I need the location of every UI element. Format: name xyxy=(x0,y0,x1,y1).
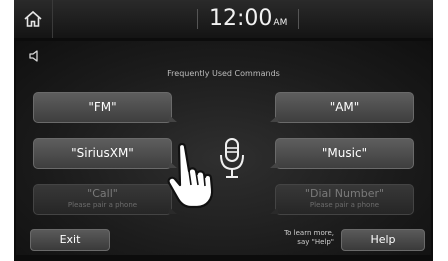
music-command-button[interactable]: "Music" xyxy=(270,138,414,169)
fm-command-button[interactable]: "FM" xyxy=(33,92,177,123)
speaker-icon xyxy=(29,50,38,62)
dial-number-command-note: Please pair a phone xyxy=(309,201,380,209)
clock: 12:00AM xyxy=(197,5,300,33)
siriusxm-command-label: "SiriusXM" xyxy=(71,146,134,160)
music-command-label: "Music" xyxy=(321,146,368,160)
exit-button[interactable]: Exit xyxy=(30,229,110,251)
clock-ampm: AM xyxy=(273,18,288,28)
help-hint: To learn more, say "Help" xyxy=(264,229,334,247)
siriusxm-command-button[interactable]: "SiriusXM" xyxy=(33,138,177,169)
call-command-note: Please pair a phone xyxy=(67,201,138,209)
help-hint-line2: say "Help" xyxy=(297,238,334,246)
pointing-hand-icon xyxy=(167,142,214,209)
frequently-used-commands-title: Frequently Used Commands xyxy=(167,69,280,78)
am-command-button[interactable]: "AM" xyxy=(270,92,414,123)
help-button[interactable]: Help xyxy=(341,229,425,251)
help-hint-line1: To learn more, xyxy=(284,229,334,237)
speaker-button[interactable] xyxy=(28,48,42,67)
microphone-icon xyxy=(220,138,244,178)
call-command-label: "Call" xyxy=(87,187,118,200)
dial-number-command-button[interactable]: "Dial Number" Please pair a phone xyxy=(270,184,414,215)
home-button[interactable] xyxy=(14,0,53,38)
am-command-label: "AM" xyxy=(329,100,360,114)
infotainment-screen: 12:00AM Frequently Used Commands "FM" "A… xyxy=(14,0,433,261)
fm-command-label: "FM" xyxy=(88,100,117,114)
clock-time: 12:00 xyxy=(209,6,273,31)
voice-command-panel: Frequently Used Commands "FM" "AM" "Siri… xyxy=(16,41,431,255)
home-icon xyxy=(24,10,42,27)
status-bar: 12:00AM xyxy=(14,0,433,38)
dial-number-command-label: "Dial Number" xyxy=(304,187,385,200)
call-command-button[interactable]: "Call" Please pair a phone xyxy=(33,184,177,215)
